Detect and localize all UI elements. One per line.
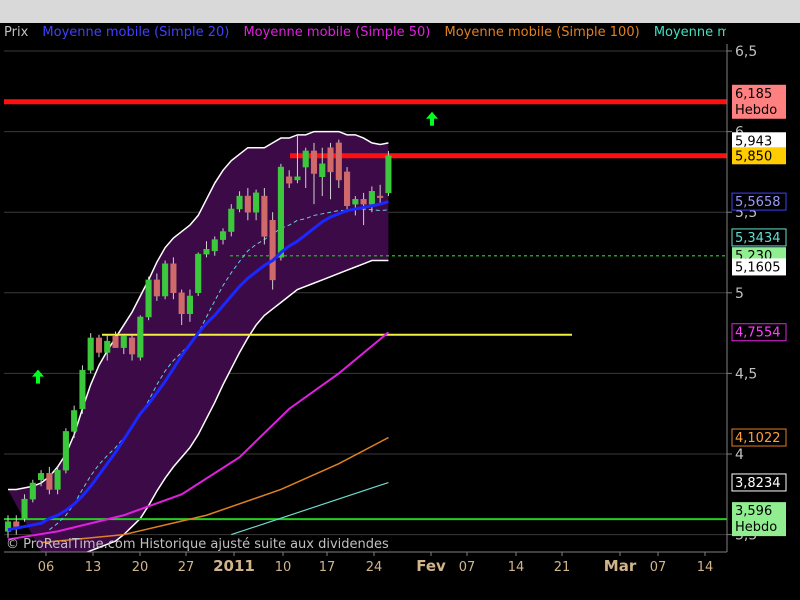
price-tag-label: 4,1022 bbox=[735, 431, 781, 446]
x-tick-label: 27 bbox=[178, 560, 195, 575]
price-tag-sublabel: Hebdo bbox=[735, 520, 777, 535]
candle-body bbox=[87, 337, 94, 371]
price-tag-label: 5,5658 bbox=[735, 195, 781, 210]
candle-body bbox=[203, 249, 210, 255]
candle-body bbox=[310, 150, 318, 174]
y-tick-label: 4 bbox=[735, 447, 744, 463]
candle-body bbox=[153, 279, 160, 297]
candle-body bbox=[269, 220, 276, 281]
candle-body bbox=[178, 292, 185, 315]
x-tick-label: 20 bbox=[132, 560, 149, 575]
candle-body bbox=[344, 171, 351, 207]
candle-body bbox=[120, 336, 127, 348]
candle-body bbox=[71, 410, 78, 432]
price-tag-label: 4,7554 bbox=[735, 326, 781, 341]
watermark-text: © ProRealTime.com Historique ajusté suit… bbox=[6, 537, 389, 552]
candle-body bbox=[294, 176, 301, 181]
price-tag-label: 5,3434 bbox=[735, 231, 781, 246]
candle-body bbox=[145, 279, 152, 318]
candle-body bbox=[21, 498, 28, 519]
buy-arrow-icon bbox=[426, 111, 438, 126]
candle-body bbox=[360, 199, 367, 205]
candle-body bbox=[186, 295, 193, 315]
candle-body bbox=[219, 231, 227, 240]
x-tick-label: 14 bbox=[508, 560, 525, 575]
candle-body bbox=[261, 195, 268, 237]
price-tag-label: 3,596 bbox=[735, 504, 772, 519]
x-tick-label: Fev bbox=[416, 557, 446, 575]
candle-body bbox=[211, 239, 218, 252]
x-tick-label: 06 bbox=[38, 560, 55, 575]
plot-group bbox=[4, 50, 727, 552]
candle-body bbox=[129, 337, 136, 355]
y-tick-label: 6,5 bbox=[735, 44, 757, 60]
x-tick-label: 07 bbox=[459, 560, 476, 575]
candle-body bbox=[95, 337, 103, 353]
candle-body bbox=[286, 176, 293, 184]
candle-body bbox=[302, 150, 309, 168]
candle-body bbox=[228, 208, 235, 232]
candle-body bbox=[62, 431, 69, 471]
sma200-line bbox=[231, 481, 389, 536]
x-tick-label: 24 bbox=[366, 560, 383, 575]
x-tick-label: 14 bbox=[697, 560, 714, 575]
x-tick-label: Mar bbox=[604, 557, 637, 575]
price-chart[interactable]: © ProRealTime.com Historique ajusté suit… bbox=[0, 0, 800, 600]
x-tick-label: 13 bbox=[85, 560, 102, 575]
candle-body bbox=[253, 192, 260, 213]
candle-body bbox=[377, 195, 384, 198]
candle-body bbox=[368, 190, 375, 205]
y-tick-label: 5 bbox=[735, 286, 744, 302]
candle-body bbox=[29, 482, 36, 500]
candle-body bbox=[137, 316, 144, 358]
candle-body bbox=[170, 263, 177, 294]
candle-body bbox=[79, 369, 86, 410]
price-tag-label: 5,1605 bbox=[735, 260, 781, 275]
candle-body bbox=[112, 336, 119, 348]
price-tag-sublabel: Hebdo bbox=[735, 103, 777, 118]
candle-body bbox=[327, 147, 334, 173]
x-tick-label: 07 bbox=[650, 560, 667, 575]
candle-body bbox=[319, 163, 326, 177]
candle-body bbox=[277, 166, 284, 258]
candle-body bbox=[38, 473, 45, 481]
price-tag-label: 5,850 bbox=[735, 149, 772, 164]
price-tag-label: 3,8234 bbox=[735, 476, 781, 491]
candle-body bbox=[46, 473, 53, 490]
x-tick-label: 10 bbox=[275, 560, 292, 575]
candle-body bbox=[13, 521, 20, 527]
y-tick-label: 4,5 bbox=[735, 366, 757, 382]
candle-body bbox=[244, 195, 251, 213]
price-tag-label: 6,185 bbox=[735, 87, 772, 102]
candle-body bbox=[195, 253, 202, 294]
candle-body bbox=[335, 142, 342, 181]
price-tag-label: 5,943 bbox=[735, 134, 772, 149]
x-tick-label: 21 bbox=[554, 560, 571, 575]
candle-body bbox=[236, 195, 243, 210]
candle-body bbox=[54, 469, 61, 490]
x-tick-label: 2011 bbox=[213, 557, 255, 575]
candle-body bbox=[104, 340, 111, 353]
candle-body bbox=[162, 263, 169, 297]
x-tick-label: 17 bbox=[319, 560, 336, 575]
candle-body bbox=[385, 155, 392, 194]
candle-body bbox=[352, 199, 359, 205]
buy-arrow-icon bbox=[32, 369, 44, 384]
